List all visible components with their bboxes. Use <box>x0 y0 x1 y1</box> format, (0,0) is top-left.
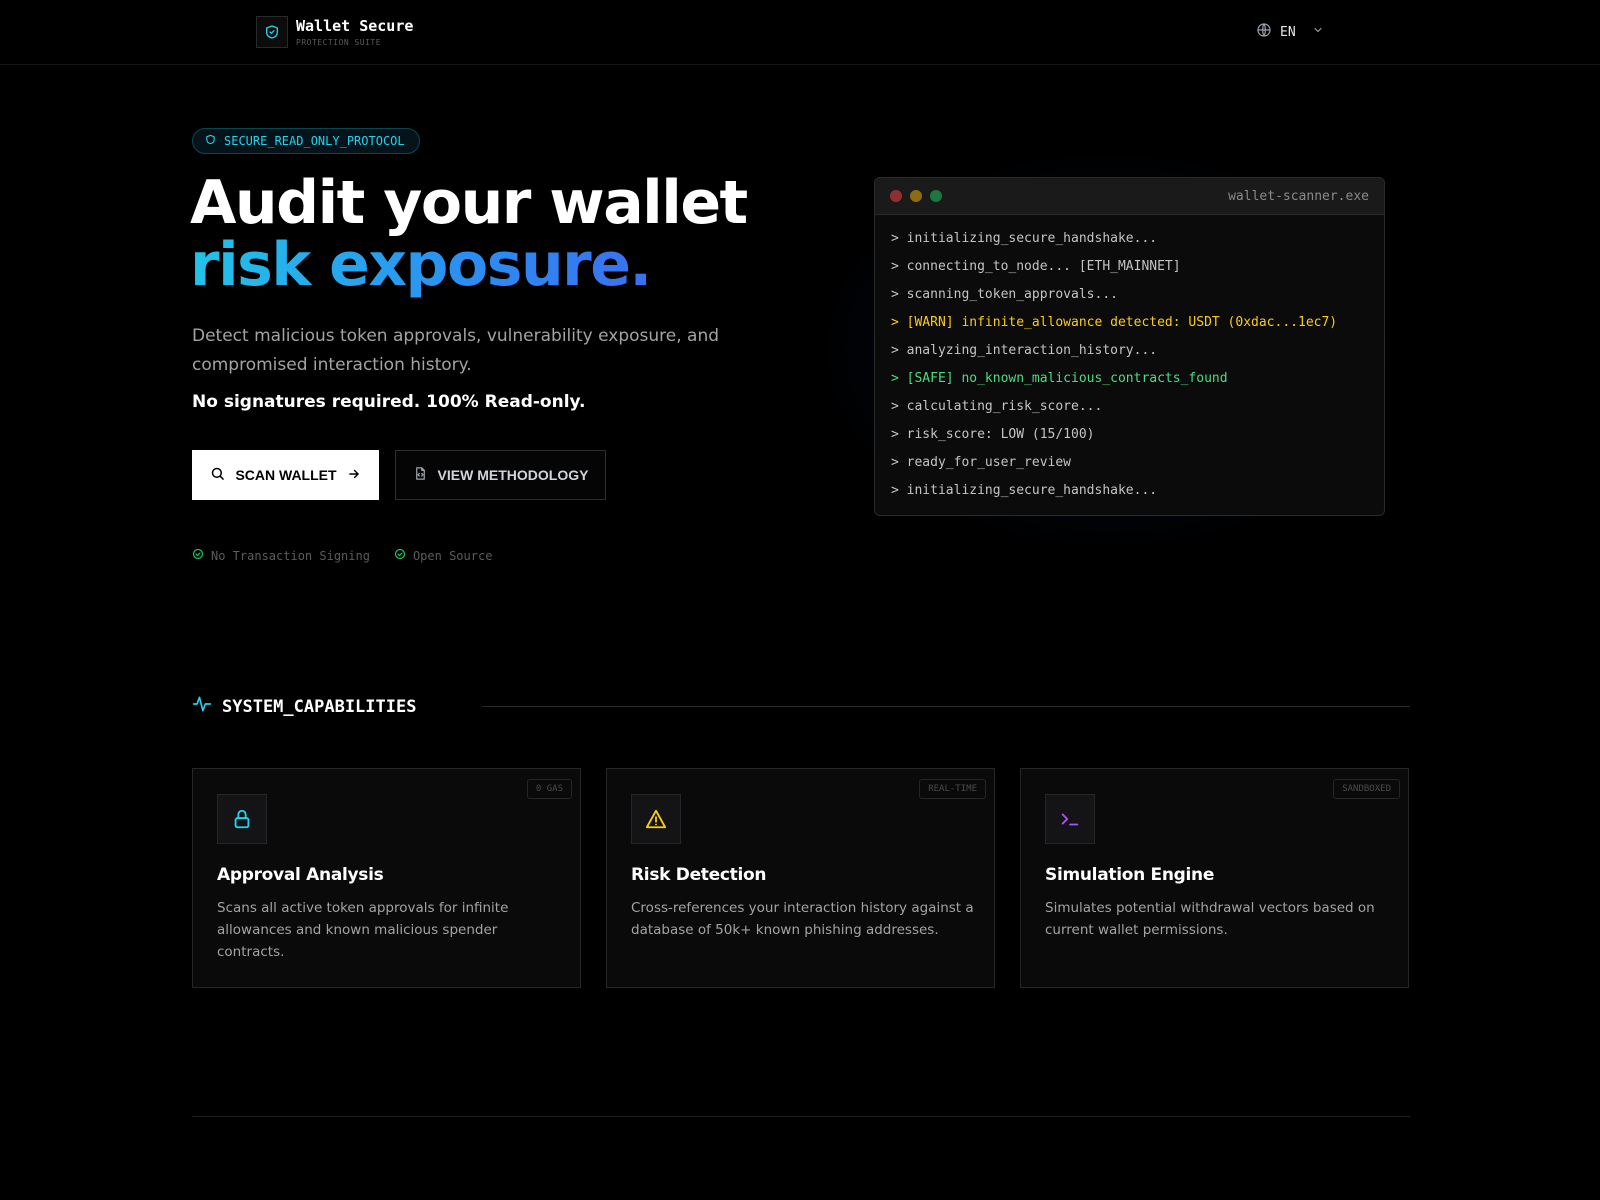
card-tag: 0 GAS <box>526 779 572 799</box>
terminal-line-safe: > [SAFE] no_known_malicious_contracts_fo… <box>891 371 1228 386</box>
check-item: No Transaction Signing <box>192 548 370 563</box>
card-title: Risk Detection <box>631 865 767 885</box>
hero-note: No signatures required. 100% Read-only. <box>192 392 586 412</box>
brand-name: Wallet Secure <box>296 17 414 35</box>
capabilities-heading: SYSTEM_CAPABILITIES <box>192 694 416 719</box>
card-title: Simulation Engine <box>1045 865 1215 885</box>
view-methodology-button[interactable]: VIEW METHODOLOGY <box>395 450 606 500</box>
view-methodology-label: VIEW METHODOLOGY <box>437 467 589 483</box>
brand-subtitle: PROTECTION SUITE <box>296 38 382 47</box>
protocol-badge-label: SECURE_READ_ONLY_PROTOCOL <box>224 134 405 148</box>
card-tag: REAL-TIME <box>919 779 986 799</box>
terminal-line: > risk_score: LOW (15/100) <box>891 427 1095 442</box>
hero-title: Audit your wallet risk exposure. <box>190 172 748 296</box>
check-label: No Transaction Signing <box>211 548 370 563</box>
search-icon <box>210 466 225 484</box>
terminal-title: wallet-scanner.exe <box>1228 188 1369 204</box>
section-divider <box>482 706 1410 707</box>
check-circle-icon <box>394 548 406 563</box>
terminal-titlebar: wallet-scanner.exe <box>875 178 1384 215</box>
terminal-line: > calculating_risk_score... <box>891 399 1103 414</box>
card-description: Simulates potential withdrawal vectors b… <box>1045 900 1375 938</box>
terminal-prompt-icon <box>1045 794 1095 844</box>
capability-card-approval: 0 GAS Approval Analysis Scans all active… <box>192 768 581 988</box>
shield-check-icon <box>256 16 288 48</box>
lock-icon <box>217 794 267 844</box>
arrow-right-icon <box>347 467 361 484</box>
terminal-window: wallet-scanner.exe > initializing_secure… <box>874 177 1385 516</box>
language-selector[interactable]: EN <box>1256 22 1324 42</box>
check-circle-icon <box>192 548 204 563</box>
terminal-line: > connecting_to_node... [ETH_MAINNET] <box>891 259 1181 274</box>
activity-pulse-icon <box>192 694 212 719</box>
minimize-dot <box>910 190 922 202</box>
close-dot <box>890 190 902 202</box>
check-label: Open Source <box>412 548 493 563</box>
capability-card-risk: REAL-TIME Risk Detection Cross-reference… <box>606 768 995 988</box>
card-tag: SANDBOXED <box>1333 779 1400 799</box>
hero-description: Detect malicious token approvals, vulner… <box>192 326 720 375</box>
terminal-line: > analyzing_interaction_history... <box>891 343 1158 358</box>
trust-checks: No Transaction Signing Open Source <box>192 548 492 563</box>
hero-title-line2: risk exposure. <box>190 230 652 300</box>
shield-icon <box>205 134 216 148</box>
chevron-down-icon <box>1312 24 1324 40</box>
code-file-icon <box>413 466 428 484</box>
footer-divider <box>192 1116 1410 1117</box>
maximize-dot <box>930 190 942 202</box>
warning-triangle-icon <box>631 794 681 844</box>
brand[interactable]: Wallet Secure PROTECTION SUITE <box>256 16 413 48</box>
terminal-line: > scanning_token_approvals... <box>891 287 1118 302</box>
scan-wallet-label: SCAN WALLET <box>235 467 337 483</box>
hero-title-line1: Audit your wallet <box>190 168 748 238</box>
card-title: Approval Analysis <box>217 865 384 885</box>
card-description: Cross-references your interaction histor… <box>631 900 974 938</box>
terminal-line: > initializing_secure_handshake... <box>891 231 1158 246</box>
capabilities-title: SYSTEM_CAPABILITIES <box>222 696 417 717</box>
terminal-output: > initializing_secure_handshake... > con… <box>875 215 1384 515</box>
terminal-line-warning: > [WARN] infinite_allowance detected: US… <box>891 315 1338 330</box>
terminal-line: > initializing_secure_handshake... <box>891 483 1158 498</box>
protocol-badge: SECURE_READ_ONLY_PROTOCOL <box>192 128 420 154</box>
capability-card-simulation: SANDBOXED Simulation Engine Simulates po… <box>1020 768 1409 988</box>
language-label: EN <box>1280 24 1296 40</box>
site-header: Wallet Secure PROTECTION SUITE EN <box>0 0 1600 65</box>
globe-icon <box>1256 22 1272 42</box>
card-description: Scans all active token approvals for inf… <box>217 900 509 960</box>
terminal-line: > ready_for_user_review <box>891 455 1072 470</box>
check-item: Open Source <box>394 548 492 563</box>
scan-wallet-button[interactable]: SCAN WALLET <box>192 450 379 500</box>
